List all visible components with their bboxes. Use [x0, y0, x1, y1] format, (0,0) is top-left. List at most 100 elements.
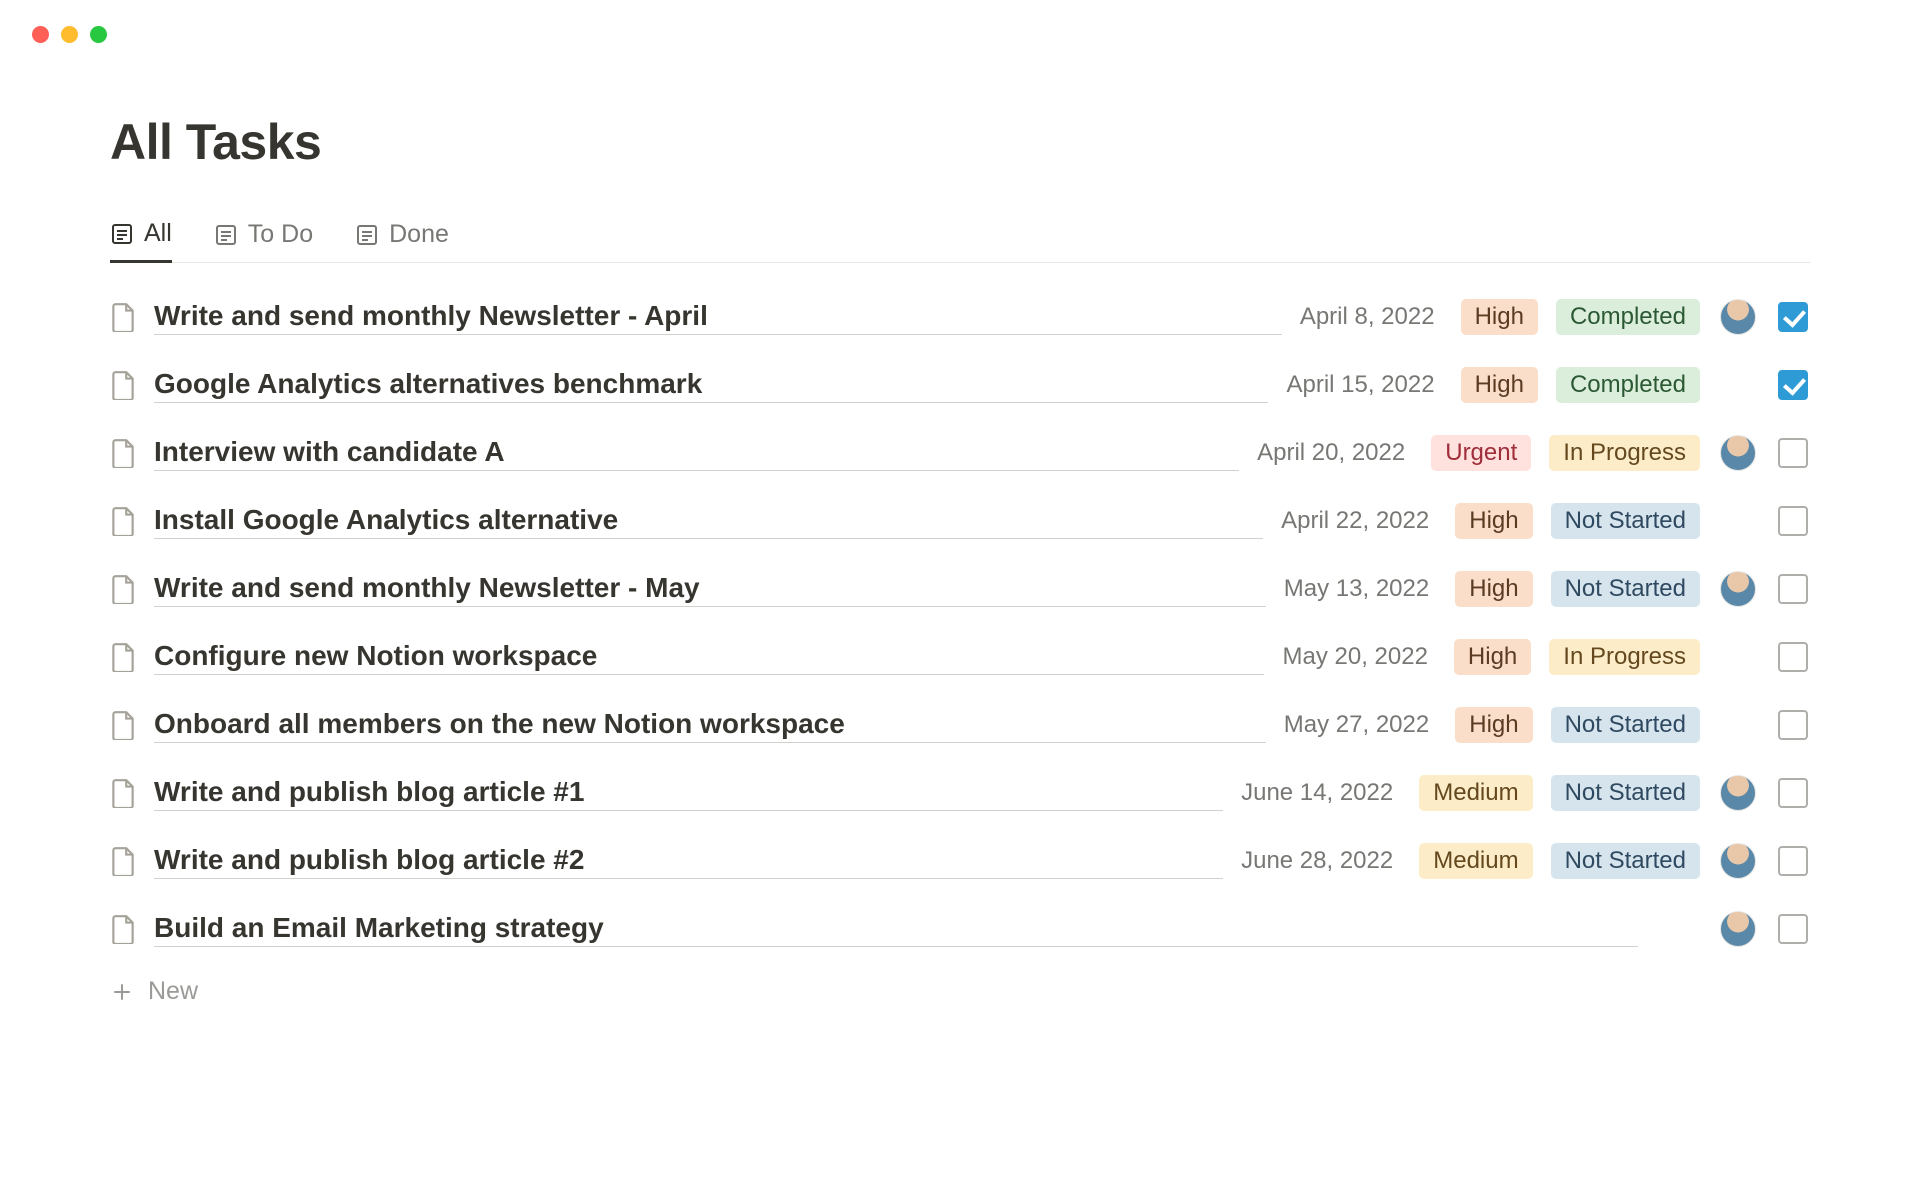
- task-assignee: [1718, 843, 1758, 879]
- task-date: June 28, 2022: [1241, 847, 1401, 875]
- task-done-checkbox[interactable]: [1778, 710, 1808, 740]
- view-tabs: All To Do Done: [110, 219, 1810, 263]
- status-tag-completed[interactable]: Completed: [1556, 367, 1700, 404]
- plus-icon: [110, 980, 134, 1004]
- task-status: In Progress: [1549, 435, 1700, 472]
- task-date: April 20, 2022: [1257, 439, 1413, 467]
- task-status: Completed: [1556, 367, 1700, 404]
- window-minimize-button[interactable]: [61, 26, 78, 43]
- task-status: Not Started: [1551, 775, 1700, 812]
- task-title[interactable]: Build an Email Marketing strategy: [154, 912, 1638, 947]
- status-tag-notstarted[interactable]: Not Started: [1551, 571, 1700, 608]
- priority-tag-urgent[interactable]: Urgent: [1431, 435, 1531, 472]
- avatar[interactable]: [1720, 571, 1756, 607]
- status-tag-notstarted[interactable]: Not Started: [1551, 707, 1700, 744]
- task-row: Interview with candidate A April 20, 2022…: [110, 419, 1810, 487]
- tab-label: All: [144, 219, 172, 248]
- task-title[interactable]: Write and publish blog article #1: [154, 776, 1223, 811]
- task-assignee: [1718, 571, 1758, 607]
- tab-done[interactable]: Done: [355, 219, 449, 262]
- task-status: In Progress: [1549, 639, 1700, 676]
- priority-tag-medium[interactable]: Medium: [1419, 775, 1532, 812]
- task-row: Write and send monthly Newsletter - Apri…: [110, 283, 1810, 351]
- avatar[interactable]: [1720, 911, 1756, 947]
- status-tag-notstarted[interactable]: Not Started: [1551, 843, 1700, 880]
- avatar[interactable]: [1720, 843, 1756, 879]
- task-date: April 15, 2022: [1286, 371, 1442, 399]
- task-row: Configure new Notion workspace May 20, 20…: [110, 623, 1810, 691]
- task-title[interactable]: Write and send monthly Newsletter - May: [154, 572, 1266, 607]
- task-done-checkbox[interactable]: [1778, 914, 1808, 944]
- status-tag-notstarted[interactable]: Not Started: [1551, 503, 1700, 540]
- list-view-icon: [214, 223, 238, 247]
- task-title[interactable]: Install Google Analytics alternative: [154, 504, 1263, 539]
- task-date: April 8, 2022: [1300, 303, 1443, 331]
- task-done-cell: [1776, 370, 1810, 400]
- avatar[interactable]: [1720, 775, 1756, 811]
- page-title: All Tasks: [110, 113, 1810, 171]
- page-content: All Tasks All To Do Done Write and send …: [20, 43, 1900, 1006]
- task-done-checkbox[interactable]: [1778, 370, 1808, 400]
- task-list: Write and send monthly Newsletter - Apri…: [110, 283, 1810, 963]
- task-done-checkbox[interactable]: [1778, 846, 1808, 876]
- task-date: May 13, 2022: [1284, 575, 1437, 603]
- task-status: Not Started: [1551, 843, 1700, 880]
- task-row: Install Google Analytics alternativeApri…: [110, 487, 1810, 555]
- task-assignee: [1718, 775, 1758, 811]
- task-date: May 20, 2022: [1282, 643, 1435, 671]
- page-icon: [110, 302, 136, 332]
- page-icon: [110, 642, 136, 672]
- status-tag-notstarted[interactable]: Not Started: [1551, 775, 1700, 812]
- task-done-checkbox[interactable]: [1778, 778, 1808, 808]
- task-done-cell: [1776, 506, 1810, 536]
- priority-tag-high[interactable]: High: [1461, 299, 1538, 336]
- task-title[interactable]: Configure new Notion workspace: [154, 640, 1264, 675]
- page-icon: [110, 914, 136, 944]
- status-tag-inprogress[interactable]: In Progress: [1549, 435, 1700, 472]
- status-tag-inprogress[interactable]: In Progress: [1549, 639, 1700, 676]
- priority-tag-high[interactable]: High: [1455, 707, 1532, 744]
- tab-label: To Do: [248, 220, 313, 249]
- page-icon: [110, 574, 136, 604]
- list-view-icon: [110, 222, 134, 246]
- task-done-cell: [1776, 846, 1810, 876]
- list-view-icon: [355, 223, 379, 247]
- new-task-label: New: [148, 977, 198, 1006]
- priority-tag-high[interactable]: High: [1455, 503, 1532, 540]
- task-priority: High: [1455, 503, 1532, 540]
- task-done-checkbox[interactable]: [1778, 574, 1808, 604]
- priority-tag-medium[interactable]: Medium: [1419, 843, 1532, 880]
- new-task-button[interactable]: New: [110, 977, 1810, 1006]
- avatar[interactable]: [1720, 435, 1756, 471]
- task-row: Write and publish blog article #2 June 28…: [110, 827, 1810, 895]
- priority-tag-high[interactable]: High: [1454, 639, 1531, 676]
- task-row: Write and publish blog article #1 June 14…: [110, 759, 1810, 827]
- task-assignee: [1718, 299, 1758, 335]
- task-title[interactable]: Write and publish blog article #2: [154, 844, 1223, 879]
- task-date: June 14, 2022: [1241, 779, 1401, 807]
- task-title[interactable]: Interview with candidate A: [154, 436, 1239, 471]
- task-priority: High: [1461, 367, 1538, 404]
- window-close-button[interactable]: [32, 26, 49, 43]
- window-zoom-button[interactable]: [90, 26, 107, 43]
- task-done-checkbox[interactable]: [1778, 438, 1808, 468]
- task-done-checkbox[interactable]: [1778, 302, 1808, 332]
- task-title[interactable]: Onboard all members on the new Notion wo…: [154, 708, 1266, 743]
- task-done-checkbox[interactable]: [1778, 642, 1808, 672]
- priority-tag-high[interactable]: High: [1461, 367, 1538, 404]
- task-title[interactable]: Google Analytics alternatives benchmark: [154, 368, 1268, 403]
- avatar[interactable]: [1720, 299, 1756, 335]
- page-icon: [110, 846, 136, 876]
- task-done-checkbox[interactable]: [1778, 506, 1808, 536]
- tab-to-do[interactable]: To Do: [214, 219, 313, 262]
- status-tag-completed[interactable]: Completed: [1556, 299, 1700, 336]
- task-row: Write and send monthly Newsletter - May M…: [110, 555, 1810, 623]
- task-assignee: [1718, 435, 1758, 471]
- task-status: Not Started: [1551, 707, 1700, 744]
- priority-tag-high[interactable]: High: [1455, 571, 1532, 608]
- page-icon: [110, 438, 136, 468]
- task-title[interactable]: Write and send monthly Newsletter - Apri…: [154, 300, 1282, 335]
- tab-all[interactable]: All: [110, 219, 172, 263]
- task-priority: High: [1455, 707, 1532, 744]
- task-priority: High: [1455, 571, 1532, 608]
